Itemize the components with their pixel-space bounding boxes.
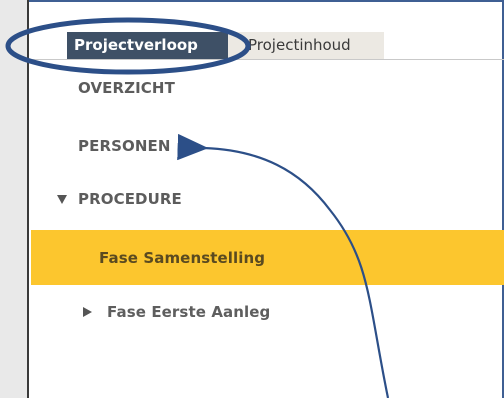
nav-item-label: Fase Eerste Aanleg	[107, 303, 271, 321]
nav-item-personen[interactable]: PERSONEN	[31, 120, 504, 172]
tab-baseline	[29, 59, 504, 60]
nav-item-procedure[interactable]: PROCEDURE	[31, 173, 504, 225]
tab-projectinhoud[interactable]: Projectinhoud	[228, 32, 384, 59]
tab-projectverloop[interactable]: Projectverloop	[67, 32, 228, 59]
project-panel: Projectverloop Projectinhoud OVERZICHT P…	[0, 0, 504, 398]
nav-item-label: PROCEDURE	[78, 190, 182, 208]
nav-item-label: Fase Samenstelling	[99, 248, 266, 267]
nav-item-fase-samenstelling[interactable]: Fase Samenstelling	[31, 230, 504, 285]
nav-item-fase-eerste-aanleg[interactable]: Fase Eerste Aanleg	[31, 286, 504, 338]
nav-item-label: PERSONEN	[78, 137, 171, 155]
tab-projectinhoud-label: Projectinhoud	[248, 36, 351, 54]
top-border	[29, 0, 504, 2]
tab-projectverloop-label: Projectverloop	[74, 36, 198, 54]
caret-right-icon[interactable]	[83, 307, 92, 317]
left-rail	[0, 0, 29, 398]
caret-down-icon[interactable]	[57, 194, 67, 204]
nav-item-label: OVERZICHT	[78, 79, 175, 97]
nav-item-overzicht[interactable]: OVERZICHT	[31, 62, 504, 114]
